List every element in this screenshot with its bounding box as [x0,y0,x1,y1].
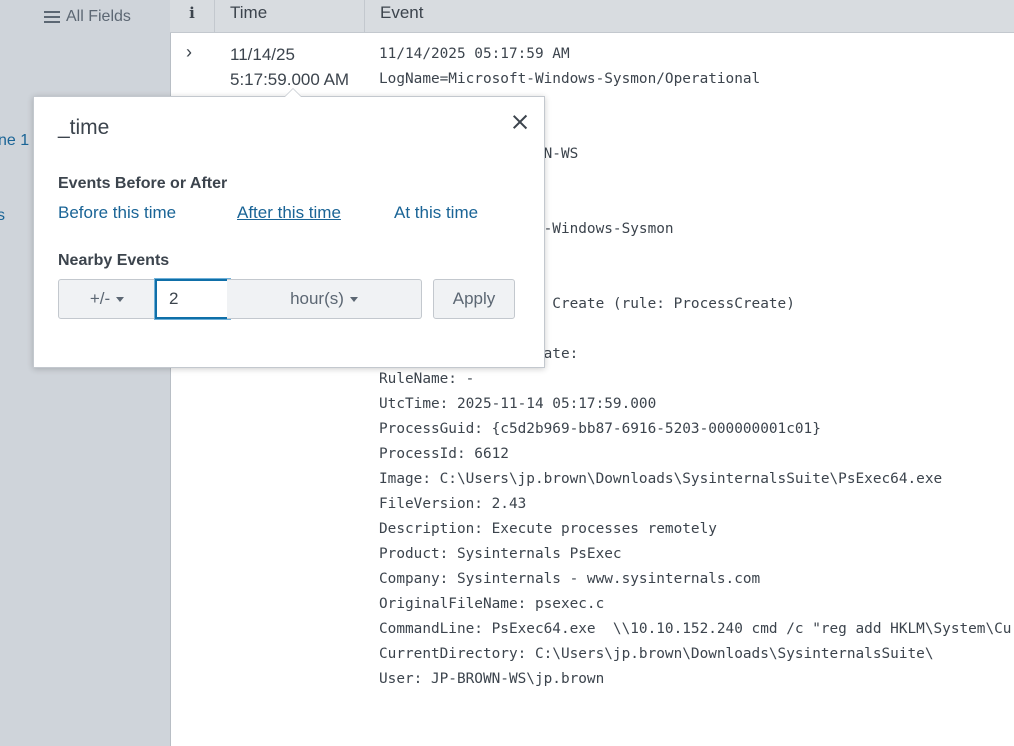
apply-button[interactable]: Apply [433,279,515,319]
events-table-header: i Time Event [170,0,1014,33]
time-unit-dropdown[interactable]: hour(s) [227,279,422,319]
time-popover: _time Events Before or After Before this… [33,88,545,368]
event-line: FileVersion: 2.43 [379,496,527,512]
event-line: Description: Execute processes remotely [379,521,717,537]
event-line: LogName=Microsoft-Windows-Sysmon/Operati… [379,71,761,87]
event-line: ProcessGuid: {c5d2b969-bb87-6916-5203-00… [379,421,821,437]
all-fields-label: All Fields [66,8,131,25]
event-line: Image: C:\Users\jp.brown\Downloads\Sysin… [379,471,943,487]
caret-down-icon [116,296,125,302]
event-time-cell[interactable]: 11/14/25 5:17:59.000 AM [230,42,349,92]
event-line: RuleName: - [379,371,475,387]
at-this-time-link[interactable]: At this time [394,203,478,223]
sidebar-field-fragment[interactable]: ne 1 [0,132,29,150]
nearby-events-heading: Nearby Events [58,252,170,269]
event-line: 11/14/2025 05:17:59 AM [379,46,570,62]
caret-down-icon [349,296,358,302]
time-unit-label: hour(s) [290,289,344,308]
event-line: Product: Sysinternals PsExec [379,546,622,562]
event-line: User: JP-BROWN-WS\jp.brown [379,671,605,687]
sidebar-field-fragment-2[interactable]: s [0,207,5,225]
event-line: UtcTime: 2025-11-14 05:17:59.000 [379,396,657,412]
event-line: CurrentDirectory: C:\Users\jp.brown\Down… [379,646,934,662]
range-direction-label: +/- [89,289,111,308]
close-icon[interactable] [509,111,531,133]
event-column-header[interactable]: Event [364,0,1014,32]
popover-arrow [284,88,302,97]
popover-title: _time [58,116,110,139]
event-line: ProcessId: 6612 [379,446,509,462]
time-column-header[interactable]: Time [214,0,364,32]
after-this-time-link[interactable]: After this time [237,203,341,223]
all-fields-button[interactable]: All Fields [44,8,131,26]
events-before-after-heading: Events Before or After [58,175,228,192]
nearby-amount-input[interactable] [155,279,230,319]
event-line: OriginalFileName: psexec.c [379,596,605,612]
event-time-date: 11/14/25 [230,45,295,64]
list-icon [44,11,60,23]
info-column-header[interactable]: i [170,0,214,32]
range-direction-dropdown[interactable]: +/- [58,279,156,319]
event-line: Company: Sysinternals - www.sysinternals… [379,571,761,587]
before-this-time-link[interactable]: Before this time [58,203,176,223]
expand-row-chevron-icon[interactable]: › [186,42,192,63]
event-line: CommandLine: PsExec64.exe \\10.10.152.24… [379,621,1012,637]
